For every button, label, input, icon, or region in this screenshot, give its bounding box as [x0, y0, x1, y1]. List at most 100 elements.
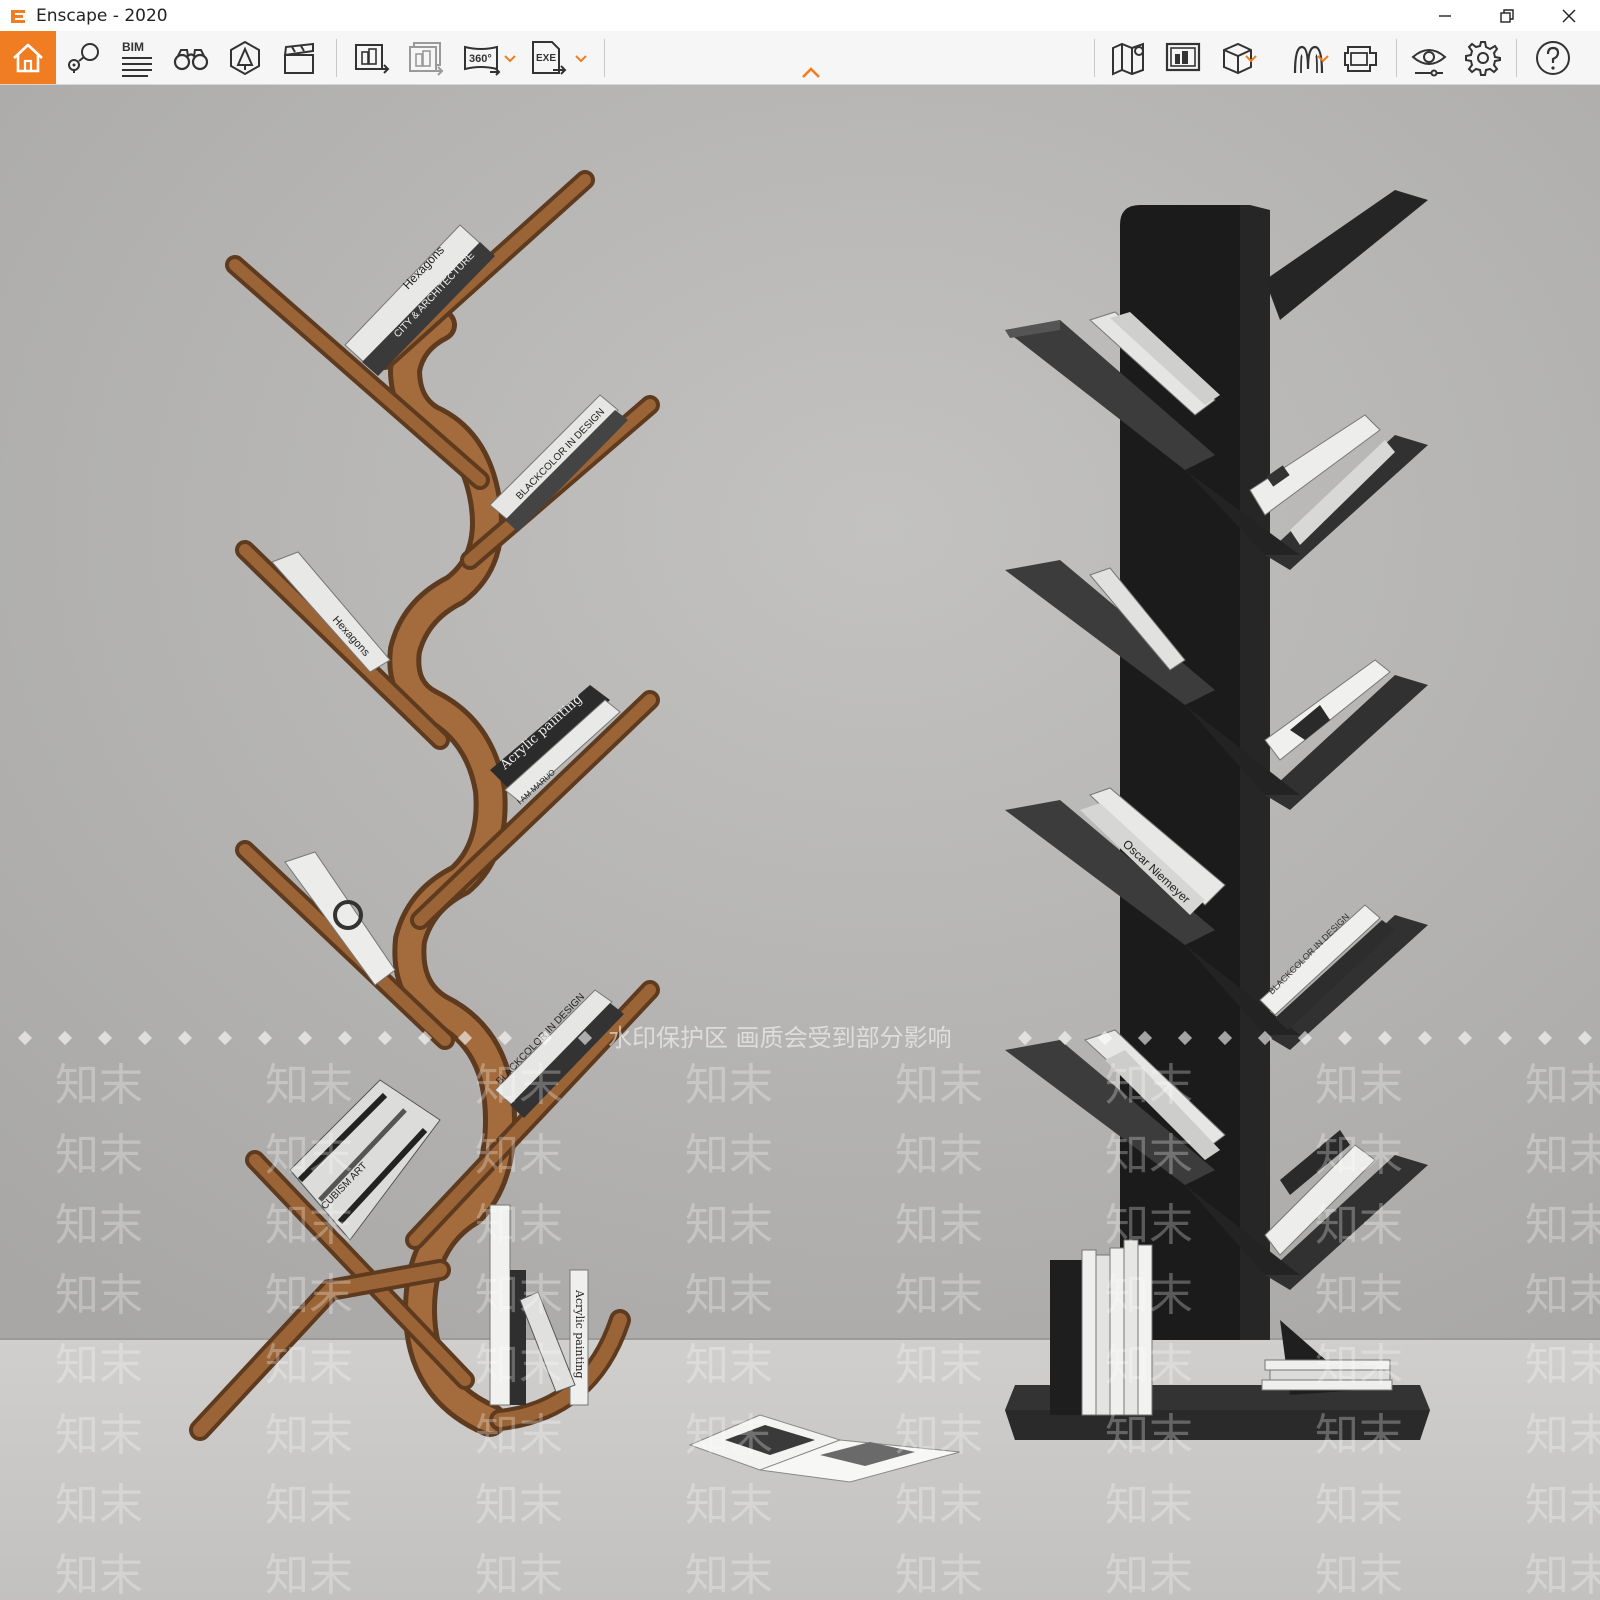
watermark-text: 知末: [1315, 1200, 1403, 1251]
collapse-toolbar-chevron-icon[interactable]: [800, 66, 822, 80]
watermark-text: 知末: [475, 1550, 563, 1600]
watermark-text: 知末: [265, 1130, 353, 1181]
watermark-text: 知末: [265, 1200, 353, 1251]
watermark-text: 知末: [895, 1200, 983, 1251]
watermark-text: 知末: [265, 1480, 353, 1531]
watermark-text: 知末: [895, 1410, 983, 1461]
watermark-text: 知末: [475, 1480, 563, 1531]
binoculars-button[interactable]: [168, 35, 214, 81]
watermark-text: 知末: [55, 1130, 143, 1181]
render-viewport[interactable]: Hexagons CITY & ARCHITECTURE BLACKCOLOR …: [0, 85, 1600, 1600]
watermark-text: 知末: [1315, 1340, 1403, 1391]
watermark-text: 知末: [265, 1550, 353, 1600]
rendered-scene: Hexagons CITY & ARCHITECTURE BLACKCOLOR …: [0, 85, 1600, 1600]
watermark-text: 知末: [1525, 1130, 1600, 1181]
watermark-text: 知末: [895, 1060, 983, 1111]
toolbar-separator: [1094, 39, 1095, 77]
watermark-text: 知末: [55, 1270, 143, 1321]
screenshot-button[interactable]: [348, 35, 394, 81]
minimize-button[interactable]: [1414, 0, 1476, 31]
bim-icon: BIM: [122, 40, 152, 77]
watermark-text: 知末: [265, 1340, 353, 1391]
watermark-text: 知末: [1315, 1410, 1403, 1461]
toolbar-separator: [1396, 39, 1397, 77]
close-icon: [1562, 9, 1576, 22]
watermark-text: 知末: [685, 1130, 773, 1181]
exe-export-icon: EXE: [532, 41, 567, 75]
panorama-360-icon: 360°: [464, 45, 501, 76]
help-icon: [1536, 41, 1570, 75]
close-button[interactable]: [1538, 0, 1600, 31]
screen-share-button[interactable]: [1160, 35, 1206, 81]
restore-button[interactable]: [1476, 0, 1538, 31]
home-icon: [13, 43, 43, 72]
help-button[interactable]: [1530, 35, 1576, 81]
watermark-text: 知末: [1315, 1130, 1403, 1181]
watermark-text: 知末: [1105, 1480, 1193, 1531]
watermark-text: 知末: [475, 1060, 563, 1111]
watermark-text: 知末: [685, 1410, 773, 1461]
screen-share-icon: [1165, 42, 1201, 72]
watermark-text: 知末: [1525, 1410, 1600, 1461]
title-bar: Enscape - 2020: [0, 0, 1600, 31]
panorama-dropdown-chevron-icon[interactable]: [503, 53, 517, 63]
watermark-text: 知末: [55, 1340, 143, 1391]
toolbar-separator: [1516, 39, 1517, 77]
watermark-text: 知末: [685, 1550, 773, 1600]
vr-headset-icon: [1344, 46, 1377, 72]
watermark-text: 知末: [475, 1270, 563, 1321]
batch-render-button[interactable]: [402, 35, 448, 81]
watermark-text: 知末: [1105, 1200, 1193, 1251]
window-title: Enscape - 2020: [36, 5, 168, 26]
asset-library-icon: [230, 40, 260, 76]
vr-headset-button[interactable]: [1338, 35, 1384, 81]
video-editor-icon: [283, 42, 314, 74]
bim-button[interactable]: BIM: [114, 35, 160, 81]
exe-dropdown-chevron-icon[interactable]: [574, 53, 588, 63]
watermark-text: 知末: [1105, 1270, 1193, 1321]
watermark-text: 知末: [55, 1410, 143, 1461]
watermark-text: 知末: [685, 1340, 773, 1391]
map-button[interactable]: [1106, 35, 1152, 81]
book-spine-acrylic-floor: Acrylic painting: [573, 1289, 586, 1379]
asset-library-button[interactable]: [222, 35, 268, 81]
settings-button[interactable]: [1460, 35, 1506, 81]
watermark-text: 知末: [895, 1550, 983, 1600]
watermark-text: 知末: [685, 1060, 773, 1111]
minimize-icon: [1439, 14, 1451, 17]
toolbar-separator: [336, 39, 337, 77]
watermark-text: 知末: [1525, 1270, 1600, 1321]
watermark-text: 知末: [475, 1410, 563, 1461]
watermark-text: 知末: [1105, 1130, 1193, 1181]
watermark-text: 知末: [55, 1480, 143, 1531]
map-icon: [1112, 42, 1144, 76]
panorama-button[interactable]: 360°: [458, 35, 504, 81]
binoculars-icon: [173, 49, 209, 71]
exe-export-button[interactable]: EXE: [524, 35, 570, 81]
watermark-text: 知末: [1525, 1200, 1600, 1251]
enscape-logo-icon: [11, 9, 25, 23]
watermark-text: 知末: [1315, 1060, 1403, 1111]
batch-render-icon: [409, 42, 444, 76]
watermark-text: 知末: [895, 1270, 983, 1321]
watermark-text: 知末: [1105, 1060, 1193, 1111]
atlas-dropdown-chevron-icon[interactable]: [1316, 53, 1330, 63]
watermark-text: 知末: [895, 1130, 983, 1181]
screenshot-icon: [355, 44, 390, 74]
video-editor-button[interactable]: [276, 35, 322, 81]
watermark-text: 知末: [1525, 1480, 1600, 1531]
watermark-text: 知末: [1315, 1480, 1403, 1531]
panorama-label: 360°: [469, 53, 492, 65]
cube-dropdown-chevron-icon[interactable]: [1244, 53, 1258, 63]
visual-settings-icon: [1411, 49, 1447, 77]
watermark-text: 知末: [1315, 1270, 1403, 1321]
watermark-text: 知末: [685, 1270, 773, 1321]
visual-settings-button[interactable]: [1406, 35, 1452, 81]
watermark-text: 知末: [265, 1410, 353, 1461]
watermark-text: 知末: [1525, 1340, 1600, 1391]
view-management-button[interactable]: [60, 35, 106, 81]
watermark-text: 知末: [55, 1550, 143, 1600]
home-button[interactable]: [0, 31, 56, 84]
watermark-text: 知末: [475, 1200, 563, 1251]
watermark-text: 知末: [475, 1340, 563, 1391]
